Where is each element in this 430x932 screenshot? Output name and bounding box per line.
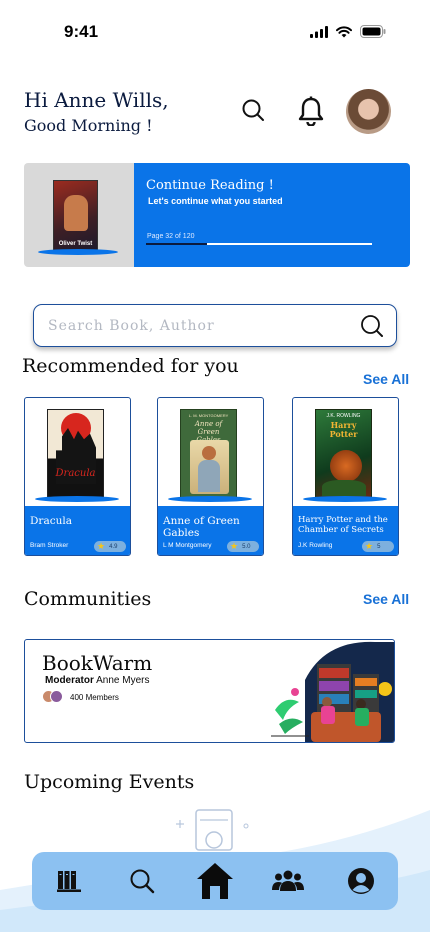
rating-badge: ★ 5.0: [227, 541, 259, 552]
rating-value: 5: [377, 543, 381, 550]
book-cover-author: J.K. ROWLING: [326, 413, 361, 419]
book-title: Dracula: [30, 515, 72, 527]
star-icon: ★: [230, 541, 239, 551]
reading-progress-bar: [146, 243, 372, 245]
home-icon: [196, 863, 233, 899]
rating-value: 4.9: [109, 543, 118, 550]
search-icon: [242, 99, 264, 121]
page-progress-label: Page 32 of 120: [147, 233, 195, 240]
notifications-button[interactable]: [297, 96, 325, 131]
nav-search-button[interactable]: [120, 859, 164, 903]
signal-icon: [310, 25, 328, 38]
book-shadow: [303, 496, 387, 502]
rating-badge: ★ 5: [362, 541, 394, 552]
battery-icon: [360, 25, 386, 38]
rating-badge: ★ 4.9: [94, 541, 126, 552]
nav-communities-button[interactable]: [266, 859, 310, 903]
greeting-block: Hi Anne Wills, Good Morning !: [24, 88, 169, 135]
search-icon[interactable]: [360, 314, 384, 338]
star-icon: ★: [97, 541, 106, 551]
book-cover: Dracula: [47, 409, 104, 499]
rating-value: 5.0: [242, 543, 251, 550]
greeting-subtitle: Good Morning !: [24, 116, 153, 135]
bell-icon: [298, 96, 324, 127]
continue-reading-title: Continue Reading !: [146, 178, 274, 193]
nav-home-button[interactable]: [193, 859, 237, 903]
book-cover-title: Harry Potter: [329, 420, 358, 439]
book-card-anne-of-green-gables[interactable]: L. M. MONTGOMERY Anne of Green Gables An…: [157, 397, 264, 556]
community-name: BookWarm: [42, 651, 153, 675]
nav-library-button[interactable]: [47, 859, 91, 903]
nav-profile-button[interactable]: [339, 859, 383, 903]
cover-title: Oliver Twist: [58, 241, 93, 247]
book-author: Bram Stroker: [30, 542, 69, 549]
status-time: 9:41: [64, 22, 99, 41]
wifi-icon: [336, 25, 352, 37]
book-cover-oliver-twist: Oliver Twist: [53, 180, 98, 251]
book-card-dracula[interactable]: Dracula Dracula Bram Stroker: [24, 397, 131, 556]
bottom-navigation: [32, 852, 398, 910]
community-moderator: Moderator Anne Myers: [45, 675, 150, 686]
book-author: J.K Rowling: [298, 542, 333, 549]
book-cover-author: L. M. MONTGOMERY: [188, 413, 229, 418]
search-icon: [130, 869, 154, 894]
greeting-title: Hi Anne Wills,: [24, 88, 169, 112]
header-search-button[interactable]: [241, 98, 265, 127]
book-cover-title: Dracula: [55, 468, 96, 479]
book-title: Anne of Green Gables: [163, 515, 240, 539]
profile-icon: [348, 868, 375, 894]
events-illustration: [176, 809, 249, 851]
community-illustration: [271, 641, 394, 742]
communities-title: Communities: [24, 588, 152, 610]
member-avatars: [42, 690, 64, 704]
moderator-label: Moderator: [45, 675, 94, 686]
continue-reading-card[interactable]: Oliver Twist Continue Reading ! Let's co…: [24, 163, 410, 267]
community-card-bookwarm[interactable]: BookWarm Moderator Anne Myers 400 Member…: [24, 639, 395, 743]
book-title: Harry Potter and the Chamber of Secrets: [298, 515, 388, 535]
reading-progress-fill: [146, 243, 208, 245]
member-count: 400 Members: [70, 692, 119, 702]
star-icon: ★: [365, 541, 374, 551]
recommended-see-all-link[interactable]: See All: [363, 371, 409, 387]
upcoming-events-title: Upcoming Events: [24, 771, 195, 793]
status-icons: [310, 25, 386, 38]
continue-reading-subtitle: Let's continue what you started: [148, 196, 283, 206]
moderator-name: Anne Myers: [96, 675, 150, 686]
library-icon: [56, 871, 81, 892]
search-input[interactable]: Search Book, Author: [33, 304, 397, 347]
book-shadow: [168, 496, 252, 502]
communities-see-all-link[interactable]: See All: [363, 591, 409, 607]
profile-avatar[interactable]: [346, 89, 391, 134]
book-card-harry-potter[interactable]: J.K. ROWLING Harry Potter Harry Potter a…: [292, 397, 399, 556]
book-shadow: [35, 496, 119, 502]
community-members: 400 Members: [42, 690, 119, 704]
community-icon: [272, 870, 305, 891]
book-cover: J.K. ROWLING Harry Potter: [315, 409, 372, 499]
book-author: L M Montgomery: [163, 542, 212, 549]
recommended-title: Recommended for you: [22, 355, 239, 377]
status-bar: 9:41: [0, 0, 430, 60]
book-cover: L. M. MONTGOMERY Anne of Green Gables: [180, 409, 237, 499]
cover-shadow: [38, 249, 118, 255]
search-placeholder: Search Book, Author: [48, 318, 215, 334]
continue-reading-cover-area: Oliver Twist: [24, 163, 134, 267]
continue-reading-info: Continue Reading ! Let's continue what y…: [134, 163, 410, 267]
